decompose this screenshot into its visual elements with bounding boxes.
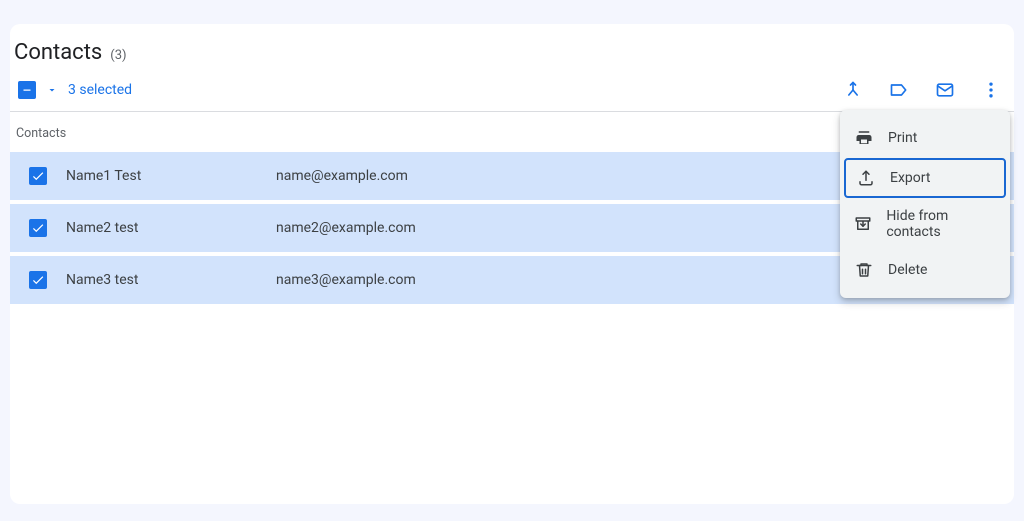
toolbar-right bbox=[842, 79, 1002, 101]
menu-item-delete[interactable]: Delete bbox=[840, 250, 1010, 290]
row-checkbox[interactable] bbox=[29, 219, 47, 237]
row-checkbox[interactable] bbox=[29, 167, 47, 185]
menu-item-export[interactable]: Export bbox=[844, 158, 1006, 198]
print-icon bbox=[854, 128, 874, 148]
selected-count-label: 3 selected bbox=[68, 82, 132, 98]
menu-item-label: Delete bbox=[888, 262, 927, 278]
menu-item-hide[interactable]: Hide from contacts bbox=[840, 198, 1010, 250]
menu-item-print[interactable]: Print bbox=[840, 118, 1010, 158]
page-title: Contacts bbox=[14, 40, 102, 65]
contact-name: Name3 test bbox=[66, 272, 276, 288]
menu-item-label: Hide from contacts bbox=[886, 208, 996, 240]
trash-icon bbox=[854, 260, 874, 280]
more-actions-icon[interactable] bbox=[980, 79, 1002, 101]
row-checkbox[interactable] bbox=[29, 271, 47, 289]
title-row: Contacts (3) bbox=[10, 40, 1014, 79]
select-all-checkbox[interactable] bbox=[18, 81, 36, 99]
contact-count: (3) bbox=[110, 48, 126, 63]
toolbar-left: 3 selected bbox=[18, 81, 132, 99]
contact-name: Name2 test bbox=[66, 220, 276, 236]
selection-dropdown-caret[interactable] bbox=[46, 84, 58, 96]
contact-name: Name1 Test bbox=[66, 168, 276, 184]
menu-item-label: Print bbox=[888, 130, 917, 146]
selection-toolbar: 3 selected bbox=[10, 79, 1014, 112]
menu-item-label: Export bbox=[890, 170, 930, 186]
label-icon[interactable] bbox=[888, 79, 910, 101]
merge-icon[interactable] bbox=[842, 79, 864, 101]
contacts-panel: Contacts (3) 3 selected bbox=[10, 24, 1014, 504]
export-icon bbox=[856, 168, 876, 188]
more-actions-menu: Print Export Hide from contacts Delete bbox=[840, 110, 1010, 298]
archive-icon bbox=[854, 214, 872, 234]
email-icon[interactable] bbox=[934, 79, 956, 101]
